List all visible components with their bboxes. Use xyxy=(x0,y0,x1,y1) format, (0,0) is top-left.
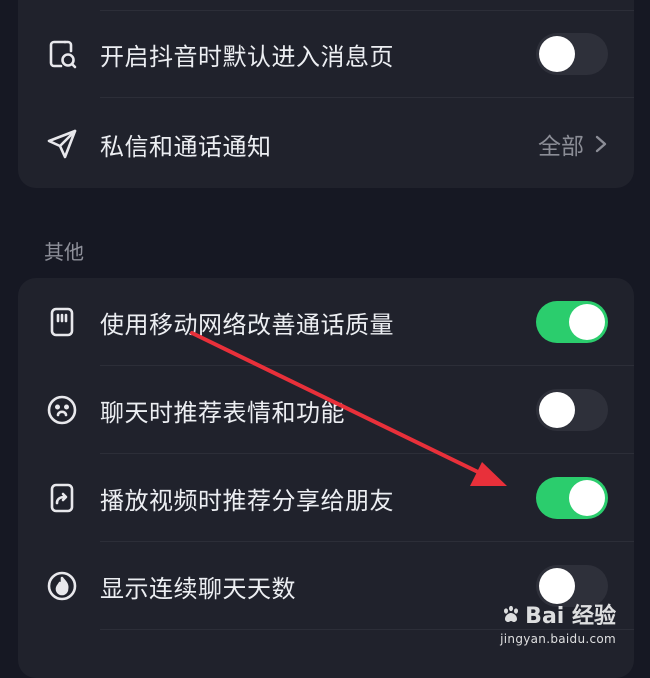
row-divider xyxy=(100,629,634,630)
selected-value: 全部 xyxy=(538,134,584,160)
row-open-message-page[interactable]: 开启抖音时默认进入消息页 xyxy=(18,10,634,98)
smiley-face-icon xyxy=(44,392,80,428)
dm-notification-selector[interactable]: 全部 xyxy=(538,127,608,161)
row-divider xyxy=(100,97,634,98)
row-divider xyxy=(100,10,634,11)
toggle-knob xyxy=(539,568,575,604)
message-page-icon xyxy=(44,36,80,72)
row-mobile-network-call-quality[interactable]: 使用移动网络改善通话质量 xyxy=(18,278,634,366)
row-label: 私信和通话通知 xyxy=(100,132,272,161)
paper-plane-icon xyxy=(44,126,80,162)
row-chat-streak[interactable]: 显示连续聊天天数 xyxy=(18,542,634,630)
recommend-emoji-toggle[interactable] xyxy=(536,389,608,431)
default-message-page-toggle[interactable] xyxy=(536,33,608,75)
row-label: 使用移动网络改善通话质量 xyxy=(100,310,394,339)
toggle-knob xyxy=(539,392,575,428)
sim-card-icon xyxy=(44,304,80,340)
row-label: 显示连续聊天天数 xyxy=(100,574,296,603)
mobile-network-toggle[interactable] xyxy=(536,301,608,343)
other-settings-card: 使用移动网络改善通话质量 聊天时推荐表情和功能 播放视频时推荐分享给朋友 显示连… xyxy=(18,278,634,678)
row-label: 开启抖音时默认进入消息页 xyxy=(100,42,394,71)
flame-icon xyxy=(44,568,80,604)
row-label: 聊天时推荐表情和功能 xyxy=(100,398,345,427)
toggle-knob xyxy=(569,480,605,516)
row-dm-call-notification[interactable]: 私信和通话通知 全部 xyxy=(18,100,634,188)
share-file-icon xyxy=(44,480,80,516)
row-label: 播放视频时推荐分享给朋友 xyxy=(100,486,394,515)
toggle-knob xyxy=(569,304,605,340)
notification-settings-card: 开启抖音时默认进入消息页 私信和通话通知 全部 xyxy=(18,0,634,188)
section-header-others: 其他 xyxy=(44,240,84,264)
row-recommend-emoji[interactable]: 聊天时推荐表情和功能 xyxy=(18,366,634,454)
row-share-to-friends[interactable]: 播放视频时推荐分享给朋友 xyxy=(18,454,634,542)
toggle-knob xyxy=(539,36,575,72)
share-to-friends-toggle[interactable] xyxy=(536,477,608,519)
chat-streak-toggle[interactable] xyxy=(536,565,608,607)
chevron-right-icon xyxy=(595,135,607,153)
